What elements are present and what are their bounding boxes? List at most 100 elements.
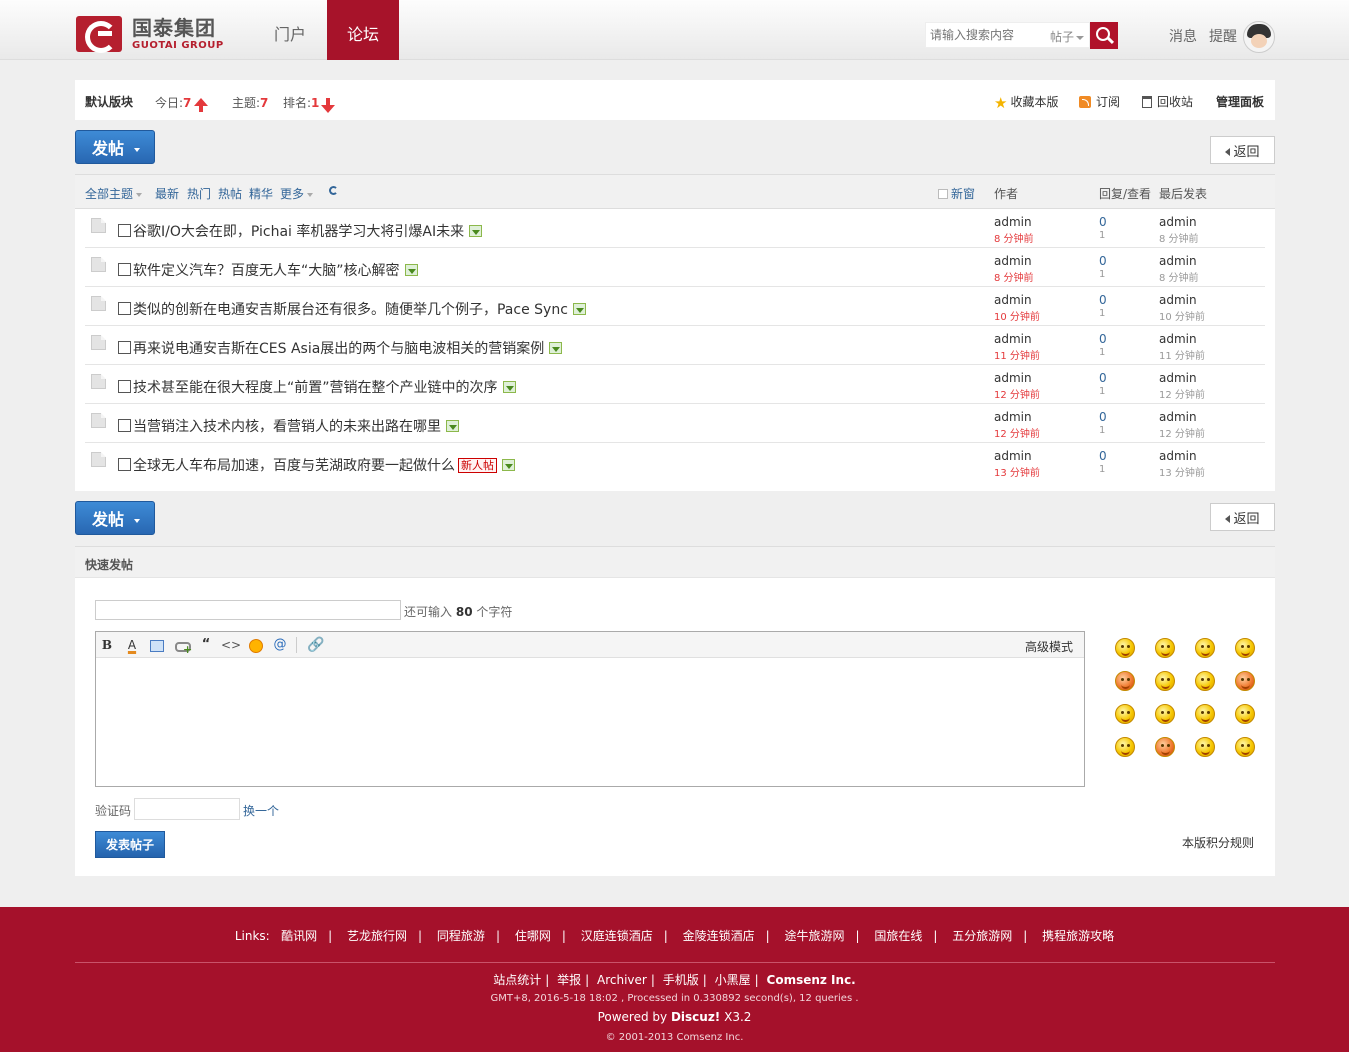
reply-count[interactable]: 0 <box>1099 371 1107 385</box>
last-post-user[interactable]: admin <box>1159 254 1197 268</box>
thread-title[interactable]: 类似的创新在电通安吉斯展台还有很多。随便举几个例子，Pace Sync <box>118 299 586 319</box>
friend-link[interactable]: 酷讯网 <box>281 929 317 943</box>
smiley-icon[interactable] <box>1155 671 1175 691</box>
author-link[interactable]: admin <box>994 215 1032 229</box>
smiley-icon[interactable] <box>1155 638 1175 658</box>
credit-rules-link[interactable]: 本版积分规则 <box>1182 834 1254 851</box>
recycle-bin-link[interactable]: 回收站 <box>1142 93 1193 110</box>
footer-link[interactable]: Archiver <box>597 973 647 987</box>
filter-hot[interactable]: 热门 <box>187 185 211 202</box>
smiley-icon[interactable] <box>1195 737 1215 757</box>
back-button-bottom[interactable]: 返回 <box>1210 503 1275 531</box>
advanced-mode-link[interactable]: 高级模式 <box>1025 638 1073 655</box>
author-link[interactable]: admin <box>994 332 1032 346</box>
reply-count[interactable]: 0 <box>1099 449 1107 463</box>
filter-digest[interactable]: 精华 <box>249 185 273 202</box>
last-post-time[interactable]: 12 分钟前 <box>1159 425 1205 440</box>
smiley-icon[interactable] <box>1195 704 1215 724</box>
thread-title[interactable]: 再来说电通安吉斯在CES Asia展出的两个与脑电波相关的营销案例 <box>118 338 563 358</box>
friend-link[interactable]: 携程旅游攻略 <box>1042 929 1114 943</box>
thread-title[interactable]: 软件定义汽车？百度无人车“大脑”核心解密 <box>118 260 418 280</box>
avatar[interactable] <box>1243 21 1275 53</box>
image-icon[interactable] <box>147 636 165 654</box>
admin-panel-link[interactable]: 管理面板 <box>1216 93 1264 110</box>
friend-link[interactable]: 途牛旅游网 <box>784 929 844 943</box>
smiley-icon[interactable] <box>1235 737 1255 757</box>
company-link[interactable]: Comsenz Inc. <box>767 973 856 987</box>
discuz-link[interactable]: Discuz! <box>671 1010 720 1024</box>
last-post-time[interactable]: 11 分钟前 <box>1159 347 1205 362</box>
smiley-icon[interactable] <box>1195 671 1215 691</box>
smiley-icon[interactable] <box>1115 671 1135 691</box>
subject-input[interactable] <box>95 600 401 620</box>
smiley-icon[interactable] <box>1235 638 1255 658</box>
favorite-board-link[interactable]: ★ 收藏本版 <box>994 93 1058 110</box>
filter-latest[interactable]: 最新 <box>155 185 179 202</box>
last-post-user[interactable]: admin <box>1159 410 1197 424</box>
link-icon[interactable] <box>173 636 192 659</box>
attachment-icon[interactable]: 🔗 <box>307 636 325 654</box>
thread-title[interactable]: 全球无人车布局加速，百度与芜湖政府要一起做什么 新人帖 <box>118 455 515 475</box>
smiley-icon[interactable] <box>1195 638 1215 658</box>
last-post-user[interactable]: admin <box>1159 332 1197 346</box>
author-link[interactable]: admin <box>994 293 1032 307</box>
search-type-select[interactable]: 帖子 <box>1050 28 1085 45</box>
last-post-user[interactable]: admin <box>1159 293 1197 307</box>
author-link[interactable]: admin <box>994 410 1032 424</box>
site-logo[interactable]: 国泰集团 GUOTAI GROUP <box>76 15 228 53</box>
author-link[interactable]: admin <box>994 449 1032 463</box>
filter-all[interactable]: 全部主题 <box>85 185 143 202</box>
footer-link[interactable]: 举报 <box>557 973 581 987</box>
smiley-icon[interactable] <box>1155 704 1175 724</box>
reply-count[interactable]: 0 <box>1099 215 1107 229</box>
last-post-user[interactable]: admin <box>1159 449 1197 463</box>
thread-title[interactable]: 谷歌I/O大会在即，Pichai 率机器学习大将引爆AI未来 <box>118 221 483 241</box>
smiley-icon[interactable] <box>1115 704 1135 724</box>
smiley-icon[interactable] <box>1155 737 1175 757</box>
reply-count[interactable]: 0 <box>1099 293 1107 307</box>
author-link[interactable]: admin <box>994 371 1032 385</box>
thread-title[interactable]: 技术甚至能在很大程度上“前置”营销在整个产业链中的次序 <box>118 377 516 397</box>
friend-link[interactable]: 国旅在线 <box>874 929 922 943</box>
smiley-icon[interactable] <box>1115 638 1135 658</box>
reply-count[interactable]: 0 <box>1099 332 1107 346</box>
font-color-button[interactable]: A <box>123 636 141 654</box>
new-post-button-bottom[interactable]: 发帖 <box>75 501 155 535</box>
last-post-user[interactable]: admin <box>1159 371 1197 385</box>
last-post-time[interactable]: 12 分钟前 <box>1159 386 1205 401</box>
footer-link[interactable]: 小黑屋 <box>715 973 751 987</box>
smiley-icon[interactable] <box>246 636 264 654</box>
messages-link[interactable]: 消息 <box>1169 26 1197 46</box>
last-post-time[interactable]: 13 分钟前 <box>1159 464 1205 479</box>
smiley-icon[interactable] <box>1235 671 1255 691</box>
thread-title[interactable]: 当营销注入技术内核，看营销人的未来出路在哪里 <box>118 416 459 436</box>
quote-button[interactable]: “ <box>197 636 215 654</box>
friend-link[interactable]: 五分旅游网 <box>952 929 1012 943</box>
nav-forum[interactable]: 论坛 <box>327 0 399 60</box>
last-post-time[interactable]: 8 分钟前 <box>1159 230 1199 245</box>
captcha-refresh-link[interactable]: 换一个 <box>243 802 279 819</box>
post-content-textarea[interactable] <box>96 658 1084 786</box>
search-button[interactable] <box>1090 22 1118 49</box>
search-input[interactable] <box>926 23 1044 47</box>
friend-link[interactable]: 住哪网 <box>515 929 551 943</box>
mention-button[interactable]: @ <box>271 636 289 654</box>
footer-link[interactable]: 手机版 <box>663 973 699 987</box>
filter-hot-posts[interactable]: 热帖 <box>218 185 242 202</box>
new-window-toggle[interactable]: 新窗 <box>938 185 975 202</box>
friend-link[interactable]: 艺龙旅行网 <box>347 929 407 943</box>
smiley-icon[interactable] <box>1115 737 1135 757</box>
filter-more[interactable]: 更多 <box>280 185 314 202</box>
author-link[interactable]: admin <box>994 254 1032 268</box>
last-post-user[interactable]: admin <box>1159 215 1197 229</box>
nav-portal[interactable]: 门户 <box>255 0 325 60</box>
reply-count[interactable]: 0 <box>1099 410 1107 424</box>
smiley-icon[interactable] <box>1235 704 1255 724</box>
last-post-time[interactable]: 8 分钟前 <box>1159 269 1199 284</box>
friend-link[interactable]: 同程旅游 <box>437 929 485 943</box>
refresh-icon[interactable] <box>329 186 338 195</box>
last-post-time[interactable]: 10 分钟前 <box>1159 308 1205 323</box>
captcha-input[interactable] <box>134 798 240 820</box>
bold-button[interactable]: B <box>98 636 116 654</box>
friend-link[interactable]: 金陵连锁酒店 <box>683 929 755 943</box>
